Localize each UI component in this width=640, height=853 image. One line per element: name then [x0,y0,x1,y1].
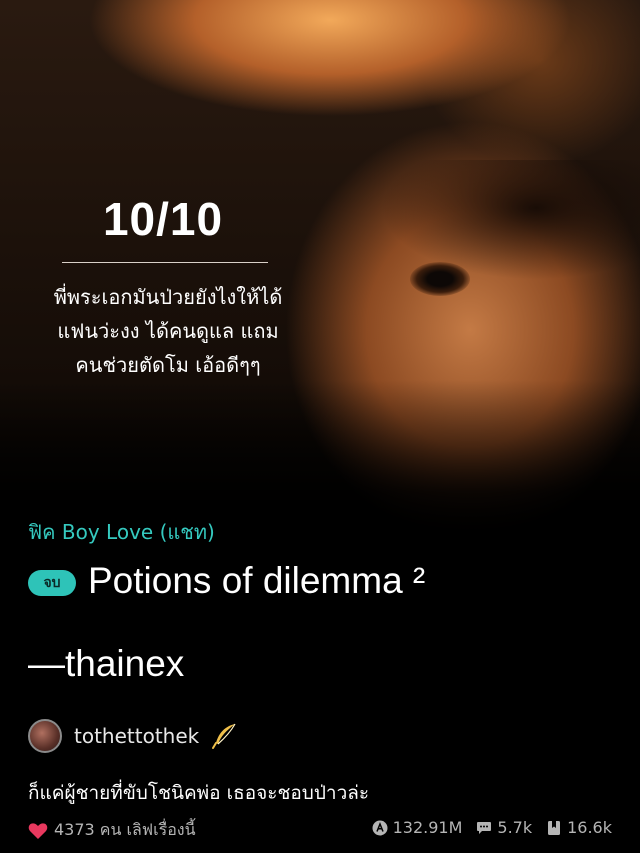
comments-stat: 5.7k [476,818,532,837]
cover-eye [410,262,470,296]
genre-link[interactable]: ฟิค Boy Love (แชท) [28,516,215,548]
likes[interactable]: 4373 คน เลิฟเรื่องนี้ [28,818,196,843]
heart-icon[interactable] [28,822,48,840]
author-name[interactable]: tothettothek [74,724,199,748]
story-title-line2: —thainex [28,643,185,684]
cover-hair-shade [380,160,640,280]
right-stats: 132.91M 5.7k 16.6k [358,818,612,837]
avatar[interactable] [28,719,62,753]
rating-divider [62,262,268,263]
views-icon [372,820,388,835]
quill-icon [212,723,236,749]
likes-count: 4373 คน เลิฟเรื่องนี้ [54,820,196,839]
title-row: จบ Potions of dilemma ² [28,560,628,602]
story-description: ก็แค่ผู้ชายที่ขับโชนิคพ่อ เธอจะชอบป่าวล่… [28,782,370,804]
cover-rating: 10/10 [102,193,224,245]
comment-icon [477,821,492,834]
story-title: Potions of dilemma ² [88,560,426,601]
views-count: 132.91M [392,818,463,837]
status-badge: จบ [28,569,76,596]
saves-stat: 16.6k [546,818,612,837]
cover-review: พี่พระเอกมันป่วยยังไงให้ได้ แฟนว่ะงง ได้… [18,280,318,382]
stats-bar: 4373 คน เลิฟเรื่องนี้ 132.91M 5.7k 16.6k [28,818,612,844]
saves-count: 16.6k [567,818,612,837]
review-line: คนช่วยตัดโม เอ้อดีๆๆ [75,353,261,377]
bookmark-icon [548,820,561,835]
review-line: พี่พระเอกมันป่วยยังไงให้ได้ [53,285,283,309]
review-line: แฟนว่ะงง ได้คนดูแล แถม [57,319,279,343]
views-stat: 132.91M [372,818,463,837]
author-row[interactable]: tothettothek [28,718,239,754]
comments-count: 5.7k [497,818,533,837]
